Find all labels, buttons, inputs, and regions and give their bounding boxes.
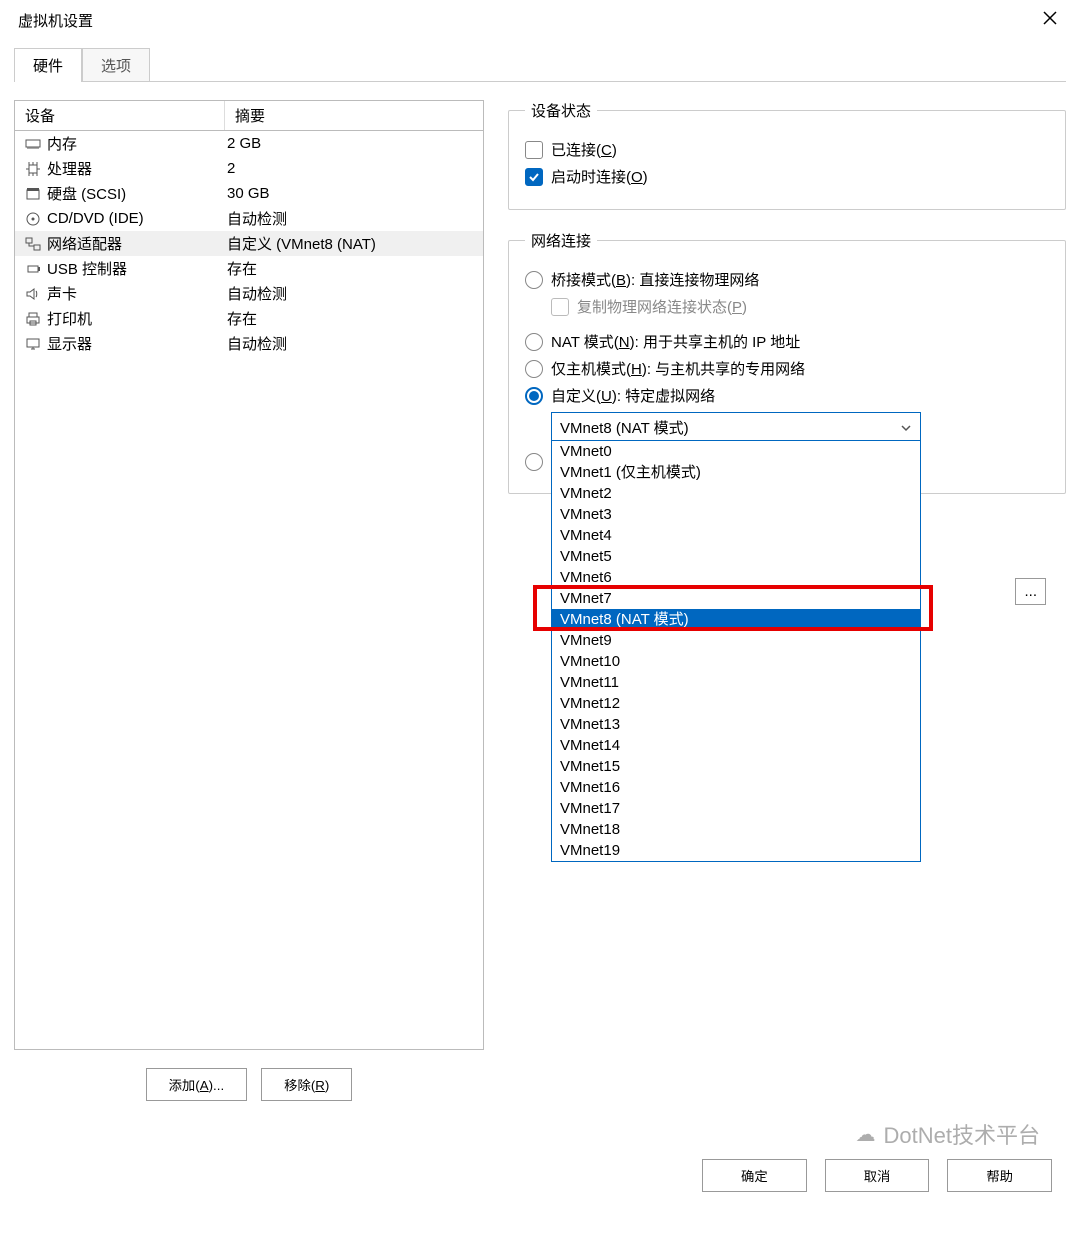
device-row-cpu[interactable]: 处理器2 xyxy=(15,156,483,181)
vmnet-option[interactable]: VMnet3 xyxy=(552,504,920,525)
hostonly-radio[interactable] xyxy=(525,360,543,378)
vmnet-option[interactable]: VMnet11 xyxy=(552,672,920,693)
vmnet-option[interactable]: VMnet1 (仅主机模式) xyxy=(552,462,920,483)
wechat-icon: ☁ xyxy=(856,1122,876,1147)
custom-radio[interactable] xyxy=(525,387,543,405)
device-summary: 自动检测 xyxy=(225,282,477,305)
device-list-header: 设备 摘要 xyxy=(15,101,483,131)
check-icon xyxy=(528,171,540,183)
vmnet-option[interactable]: VMnet0 xyxy=(552,441,920,462)
vmnet-option[interactable]: VMnet5 xyxy=(552,546,920,567)
connected-label: 已连接(C) xyxy=(551,139,617,160)
network-icon xyxy=(21,236,45,252)
device-summary: 自动检测 xyxy=(225,332,477,355)
device-name: USB 控制器 xyxy=(45,257,225,280)
tab-strip: 硬件 选项 xyxy=(14,48,1080,82)
remove-button[interactable]: 移除(R) xyxy=(261,1068,352,1101)
device-row-display[interactable]: 显示器自动检测 xyxy=(15,331,483,356)
device-row-printer[interactable]: 打印机存在 xyxy=(15,306,483,331)
device-name: CD/DVD (IDE) xyxy=(45,209,225,228)
add-button[interactable]: 添加(A)... xyxy=(146,1068,248,1101)
bridge-radio[interactable] xyxy=(525,271,543,289)
hostonly-label: 仅主机模式(H): 与主机共享的专用网络 xyxy=(551,358,805,379)
device-name: 处理器 xyxy=(45,157,225,180)
help-button[interactable]: 帮助 xyxy=(947,1159,1052,1192)
ok-button[interactable]: 确定 xyxy=(702,1159,807,1192)
vmnet-option[interactable]: VMnet12 xyxy=(552,693,920,714)
cd-icon xyxy=(21,211,45,227)
device-row-usb[interactable]: USB 控制器存在 xyxy=(15,256,483,281)
vmnet-option[interactable]: VMnet18 xyxy=(552,819,920,840)
display-icon xyxy=(21,336,45,352)
network-group: 网络连接 桥接模式(B): 直接连接物理网络 复制物理网络连接状态(P) xyxy=(508,230,1066,494)
device-summary: 2 GB xyxy=(225,134,477,153)
close-button[interactable] xyxy=(1036,8,1064,32)
device-name: 显示器 xyxy=(45,332,225,355)
device-name: 硬盘 (SCSI) xyxy=(45,182,225,205)
replicate-label: 复制物理网络连接状态(P) xyxy=(577,296,747,317)
device-row-disk[interactable]: 硬盘 (SCSI)30 GB xyxy=(15,181,483,206)
vmnet-option[interactable]: VMnet4 xyxy=(552,525,920,546)
device-name: 网络适配器 xyxy=(45,232,225,255)
cpu-icon xyxy=(21,161,45,177)
tab-hardware[interactable]: 硬件 xyxy=(14,48,82,82)
header-summary: 摘要 xyxy=(225,101,483,130)
device-summary: 自动检测 xyxy=(225,207,477,230)
vmnet-option[interactable]: VMnet15 xyxy=(552,756,920,777)
device-name: 打印机 xyxy=(45,307,225,330)
disk-icon xyxy=(21,186,45,202)
network-legend: 网络连接 xyxy=(525,230,597,251)
lan-radio[interactable] xyxy=(525,453,543,471)
vmnet-option[interactable]: VMnet6 xyxy=(552,567,920,588)
bridge-label: 桥接模式(B): 直接连接物理网络 xyxy=(551,269,759,290)
device-list[interactable]: 设备 摘要 内存2 GB处理器2硬盘 (SCSI)30 GBCD/DVD (ID… xyxy=(14,100,484,1050)
device-summary: 存在 xyxy=(225,307,477,330)
custom-label: 自定义(U): 特定虚拟网络 xyxy=(551,385,715,406)
device-row-sound[interactable]: 声卡自动检测 xyxy=(15,281,483,306)
memory-icon xyxy=(21,136,45,152)
vmnet-combo[interactable]: VMnet8 (NAT 模式) VMnet0VMnet1 (仅主机模式)VMne… xyxy=(551,412,921,443)
vmnet-option[interactable]: VMnet16 xyxy=(552,777,920,798)
header-device: 设备 xyxy=(15,101,225,130)
close-icon xyxy=(1042,10,1058,26)
device-state-legend: 设备状态 xyxy=(525,100,597,121)
sound-icon xyxy=(21,286,45,302)
vmnet-option[interactable]: VMnet2 xyxy=(552,483,920,504)
vmnet-option[interactable]: VMnet19 xyxy=(552,840,920,861)
connected-checkbox[interactable] xyxy=(525,141,543,159)
vmnet-option[interactable]: VMnet8 (NAT 模式) xyxy=(552,609,920,630)
device-row-network[interactable]: 网络适配器自定义 (VMnet8 (NAT) xyxy=(15,231,483,256)
overflow-button[interactable]: ... xyxy=(1015,578,1046,605)
printer-icon xyxy=(21,311,45,327)
nat-radio[interactable] xyxy=(525,333,543,351)
device-state-group: 设备状态 已连接(C) 启动时连接(O) xyxy=(508,100,1066,210)
device-name: 声卡 xyxy=(45,282,225,305)
connect-on-start-label: 启动时连接(O) xyxy=(551,166,648,187)
replicate-checkbox xyxy=(551,298,569,316)
vmnet-option[interactable]: VMnet7 xyxy=(552,588,920,609)
device-row-cd[interactable]: CD/DVD (IDE)自动检测 xyxy=(15,206,483,231)
window-title: 虚拟机设置 xyxy=(18,10,93,31)
vmnet-option[interactable]: VMnet14 xyxy=(552,735,920,756)
tab-options[interactable]: 选项 xyxy=(82,48,150,82)
device-summary: 自定义 (VMnet8 (NAT) xyxy=(225,232,477,255)
device-name: 内存 xyxy=(45,132,225,155)
nat-label: NAT 模式(N): 用于共享主机的 IP 地址 xyxy=(551,331,800,352)
device-row-memory[interactable]: 内存2 GB xyxy=(15,131,483,156)
device-summary: 2 xyxy=(225,159,477,178)
device-summary: 存在 xyxy=(225,257,477,280)
vmnet-option[interactable]: VMnet10 xyxy=(552,651,920,672)
vmnet-dropdown[interactable]: VMnet0VMnet1 (仅主机模式)VMnet2VMnet3VMnet4VM… xyxy=(551,440,921,862)
vmnet-combo-display[interactable]: VMnet8 (NAT 模式) xyxy=(552,413,920,442)
usb-icon xyxy=(21,261,45,277)
device-summary: 30 GB xyxy=(225,184,477,203)
vmnet-option[interactable]: VMnet17 xyxy=(552,798,920,819)
chevron-down-icon xyxy=(900,421,912,438)
connect-on-start-checkbox[interactable] xyxy=(525,168,543,186)
vmnet-option[interactable]: VMnet13 xyxy=(552,714,920,735)
watermark: ☁ DotNet技术平台 xyxy=(856,1118,1040,1150)
cancel-button[interactable]: 取消 xyxy=(825,1159,930,1192)
vmnet-option[interactable]: VMnet9 xyxy=(552,630,920,651)
